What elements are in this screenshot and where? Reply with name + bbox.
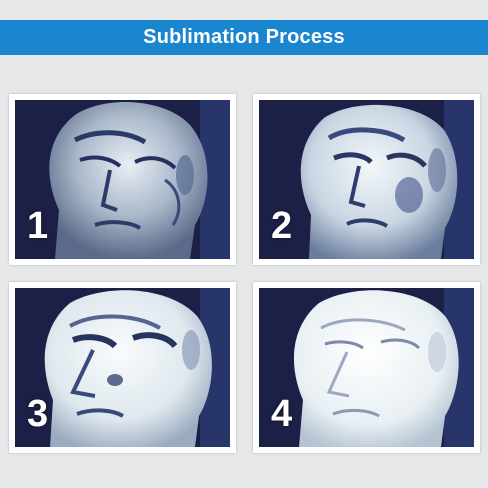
step-2-photo: 2	[259, 100, 474, 259]
title-bar: Sublimation Process	[0, 20, 488, 55]
step-3-photo: 3	[15, 288, 230, 447]
step-1-card: 1	[9, 94, 236, 265]
step-2-card: 2	[253, 94, 480, 265]
step-number-2: 2	[271, 205, 293, 247]
step-4-photo: 4	[259, 288, 474, 447]
step-1-photo: 1	[15, 100, 230, 259]
step-3-card: 3	[9, 282, 236, 453]
step-4-card: 4	[253, 282, 480, 453]
step-number-3: 3	[27, 393, 49, 435]
page-title: Sublimation Process	[143, 26, 345, 48]
step-number-4: 4	[271, 393, 293, 435]
step-number-1: 1	[27, 205, 49, 247]
